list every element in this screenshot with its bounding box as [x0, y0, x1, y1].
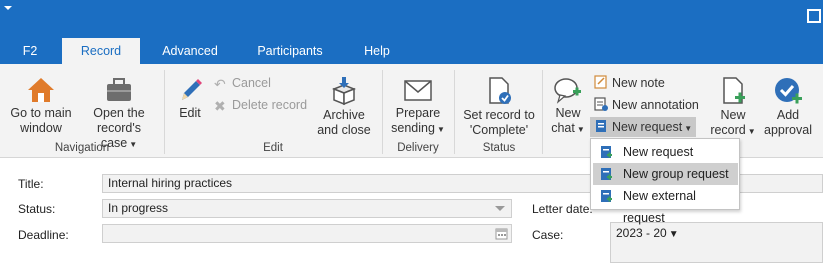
new-request-dropdown-button[interactable]: New request ▼ — [590, 117, 697, 137]
new-record-button[interactable]: New record ▼ — [708, 76, 758, 139]
prepare-line2: sending — [391, 121, 435, 135]
archive-line1: Archive — [323, 108, 365, 122]
quick-access-dropdown-icon[interactable] — [4, 6, 12, 10]
new-request-label: New request — [612, 120, 683, 134]
caret-down-icon[interactable]: ▼ — [669, 229, 679, 240]
annotation-icon — [594, 97, 608, 111]
delete-x-icon: ✖ — [214, 98, 226, 114]
add-approval-line2: approval — [764, 123, 812, 137]
new-chat-button[interactable]: New chat ▼ — [546, 76, 590, 137]
go-to-main-line1: Go to main — [10, 106, 72, 120]
cancel-label: Cancel — [232, 76, 271, 90]
menu-item-new-external-request[interactable]: New external request — [593, 185, 738, 225]
chevron-down-icon: ▼ — [436, 125, 445, 134]
title-bar — [0, 0, 823, 38]
open-case-line1: Open the — [93, 106, 145, 120]
group-separator — [542, 70, 543, 154]
chevron-down-icon: ▼ — [747, 127, 756, 136]
status-value: In progress — [108, 201, 169, 215]
new-annotation-button[interactable]: New annotation — [594, 96, 699, 114]
chat-bubble-icon — [554, 78, 581, 104]
group-label-delivery: Delivery — [397, 142, 439, 154]
archive-line2: and close — [317, 123, 371, 137]
envelope-icon — [404, 80, 432, 101]
deadline-label: Deadline: — [18, 228, 69, 242]
tab-advanced[interactable]: Advanced — [150, 38, 230, 64]
group-separator — [454, 70, 455, 154]
pencil-icon — [182, 79, 202, 100]
go-to-main-window-button[interactable]: Go to main window — [4, 76, 78, 136]
briefcase-icon — [107, 78, 131, 101]
new-document-icon — [723, 77, 745, 104]
status-label: Status: — [18, 202, 56, 216]
menu-item-new-request[interactable]: New request — [593, 141, 738, 163]
open-records-case-button[interactable]: Open the record's case ▼ — [78, 76, 160, 152]
chevron-down-icon — [495, 206, 505, 211]
new-record-line1: New — [720, 108, 746, 122]
tab-participants[interactable]: Participants — [244, 38, 336, 64]
external-request-icon — [601, 190, 612, 202]
group-label-edit: Edit — [263, 142, 283, 154]
group-label-navigation: Navigation — [54, 142, 110, 154]
menu-item-new-request-label: New request — [623, 145, 694, 159]
new-annotation-label: New annotation — [612, 98, 699, 112]
archive-and-close-button[interactable]: Archive and close — [314, 76, 374, 138]
new-note-label: New note — [612, 76, 665, 90]
go-to-main-line2: window — [20, 121, 62, 135]
group-separator — [382, 70, 383, 154]
prepare-sending-button[interactable]: Prepare sending ▼ — [388, 76, 448, 137]
tab-help[interactable]: Help — [352, 38, 402, 64]
group-request-icon — [601, 168, 612, 180]
prepare-line1: Prepare — [395, 106, 441, 120]
chevron-down-icon: ▼ — [576, 125, 585, 134]
request-icon — [596, 120, 606, 132]
ribbon-tabs: F2 Record Advanced Participants Help — [0, 38, 823, 64]
letter-date-label: Letter date: — [532, 202, 593, 216]
delete-record-label: Delete record — [232, 98, 308, 112]
case-label: Case: — [532, 228, 564, 242]
group-separator — [164, 70, 165, 154]
set-record-line1: Set record to — [463, 108, 535, 122]
edit-label: Edit — [179, 106, 201, 120]
note-icon — [594, 75, 607, 89]
new-chat-line2: chat — [551, 121, 575, 135]
home-icon — [28, 78, 54, 102]
tab-record[interactable]: Record — [62, 38, 140, 64]
maximize-window-icon[interactable] — [807, 9, 821, 23]
title-label: Title: — [18, 177, 44, 191]
new-request-dropdown-menu: New request New group request New extern… — [590, 138, 740, 225]
chevron-down-icon: ▼ — [684, 124, 693, 133]
delete-record-button[interactable]: ✖ Delete record — [214, 96, 307, 114]
set-record-line2: 'Complete' — [469, 123, 529, 137]
new-note-button[interactable]: New note — [594, 74, 665, 92]
status-select[interactable]: In progress — [102, 199, 512, 218]
new-chat-line1: New — [555, 106, 581, 120]
menu-item-new-group-request-label: New group request — [623, 167, 729, 181]
edit-button[interactable]: Edit — [168, 76, 212, 121]
tab-f2[interactable]: F2 — [10, 38, 50, 64]
cancel-button[interactable]: ↶ Cancel — [214, 74, 271, 92]
document-check-icon — [489, 77, 511, 104]
calendar-icon[interactable] — [495, 227, 508, 240]
approval-check-icon — [775, 78, 802, 104]
undo-icon: ↶ — [214, 76, 226, 92]
add-approval-line1: Add — [776, 108, 800, 122]
group-label-status: Status — [482, 142, 516, 154]
set-record-complete-button[interactable]: Set record to 'Complete' — [458, 76, 540, 138]
deadline-field[interactable] — [102, 224, 512, 243]
add-approval-button[interactable]: Add approval — [760, 76, 816, 138]
new-record-line2: record — [710, 123, 746, 137]
archive-box-icon — [331, 77, 357, 106]
request-icon — [601, 146, 612, 158]
menu-item-new-group-request[interactable]: New group request — [593, 163, 738, 185]
